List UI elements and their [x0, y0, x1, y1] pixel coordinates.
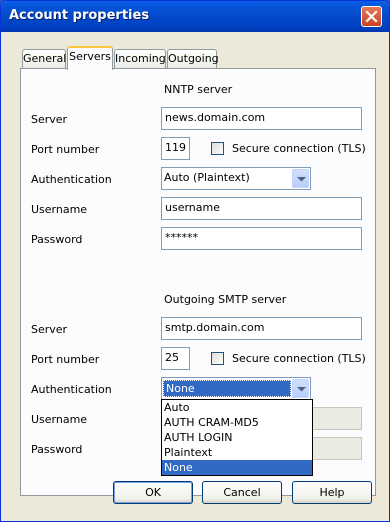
nntp-password-input[interactable]: ****** [161, 227, 362, 250]
smtp-server-label: Server [31, 323, 68, 336]
smtp-tls-checkbox[interactable] [211, 352, 224, 365]
ok-button[interactable]: OK [113, 481, 193, 504]
nntp-heading: NNTP server [164, 83, 233, 96]
smtp-auth-select[interactable]: None [161, 377, 311, 400]
auth-option-plaintext[interactable]: Plaintext [162, 445, 312, 460]
window-title: Account properties [9, 8, 150, 23]
auth-option-cram-md5[interactable]: AUTH CRAM-MD5 [162, 415, 312, 430]
nntp-username-label: Username [31, 203, 88, 216]
chevron-down-icon[interactable] [292, 379, 309, 398]
smtp-auth-dropdown-list: Auto AUTH CRAM-MD5 AUTH LOGIN Plaintext … [161, 399, 313, 476]
nntp-username-input[interactable]: username [161, 197, 362, 220]
nntp-tls-checkbox[interactable] [211, 142, 224, 155]
smtp-port-label: Port number [31, 353, 100, 366]
nntp-password-label: Password [31, 233, 83, 246]
smtp-auth-label: Authentication [31, 383, 112, 396]
auth-option-none[interactable]: None [162, 460, 312, 475]
nntp-auth-label: Authentication [31, 173, 112, 186]
help-button[interactable]: Help [292, 481, 372, 504]
smtp-port-input[interactable]: 25 [161, 347, 190, 370]
close-icon[interactable] [361, 6, 382, 27]
title-bar[interactable]: Account properties [1, 1, 389, 32]
nntp-auth-value: Auto (Plaintext) [164, 171, 250, 184]
auth-option-auto[interactable]: Auto [162, 400, 312, 415]
chevron-down-icon[interactable] [292, 169, 309, 188]
dialog-body: General Servers Incoming Outgoing NNTP s… [4, 32, 386, 520]
auth-option-login[interactable]: AUTH LOGIN [162, 430, 312, 445]
smtp-password-label: Password [31, 443, 83, 456]
tab-incoming[interactable]: Incoming [114, 49, 166, 69]
cancel-button[interactable]: Cancel [202, 481, 282, 504]
tab-general[interactable]: General [22, 49, 66, 69]
smtp-auth-value: None [163, 380, 291, 397]
smtp-tls-label: Secure connection (TLS) [232, 352, 366, 365]
smtp-server-input[interactable]: smtp.domain.com [161, 317, 362, 340]
smtp-heading: Outgoing SMTP server [164, 293, 287, 306]
tab-servers[interactable]: Servers [67, 46, 113, 70]
nntp-auth-select[interactable]: Auto (Plaintext) [161, 167, 311, 190]
nntp-server-label: Server [31, 113, 68, 126]
smtp-username-label: Username [31, 413, 88, 426]
nntp-port-input[interactable]: 119 [161, 137, 190, 160]
account-properties-window: Account properties General Servers Incom… [0, 0, 390, 522]
tab-outgoing[interactable]: Outgoing [167, 49, 219, 69]
nntp-tls-label: Secure connection (TLS) [232, 142, 366, 155]
servers-panel: NNTP server Server news.domain.com Port … [20, 68, 376, 496]
nntp-server-input[interactable]: news.domain.com [161, 107, 362, 130]
nntp-port-label: Port number [31, 143, 100, 156]
